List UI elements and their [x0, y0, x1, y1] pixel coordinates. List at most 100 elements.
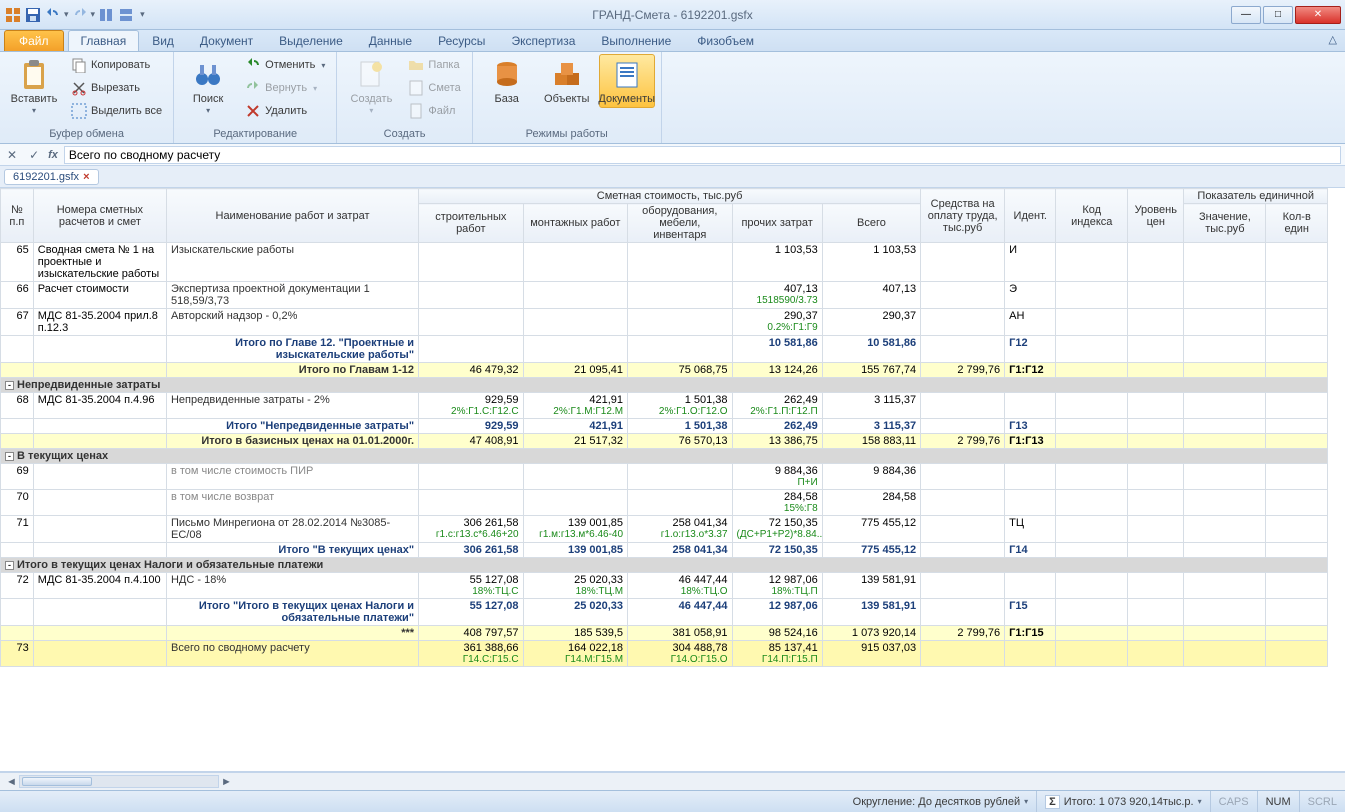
th-p[interactable]: прочих затрат: [732, 204, 822, 243]
table-row[interactable]: Итого "Итого в текущих ценах Налоги и об…: [1, 599, 1328, 626]
tab-volume[interactable]: Физобъем: [684, 30, 767, 51]
group-clipboard-label: Буфер обмена: [6, 128, 167, 141]
th-zn[interactable]: Значение, тыс.руб: [1184, 204, 1266, 243]
qat-tool2-icon[interactable]: [117, 6, 135, 24]
estimate-table: № п.п Номера сметных расчетов и смет Наи…: [0, 188, 1328, 667]
th-m[interactable]: монтажных работ: [523, 204, 628, 243]
copy-icon: [71, 57, 87, 73]
formula-bar: ✕ ✓ fx: [0, 144, 1345, 166]
table-row[interactable]: 65Сводная смета № 1 на проектные и изыск…: [1, 243, 1328, 282]
group-modes-label: Режимы работы: [479, 128, 655, 141]
th-ki[interactable]: Код индекса: [1056, 189, 1128, 243]
group-clipboard: Вставить ▾ Копировать Вырезать Выделить …: [0, 52, 174, 143]
table-row[interactable]: -Итого в текущих ценах Налоги и обязател…: [1, 558, 1328, 573]
table-row[interactable]: 72МДС 81-35.2004 п.4.100НДС - 18%55 127,…: [1, 573, 1328, 599]
scroll-left-icon[interactable]: ◄: [4, 776, 19, 788]
file-button[interactable]: Файл: [403, 100, 465, 122]
table-row[interactable]: 68МДС 81-35.2004 п.4.96Непредвиденные за…: [1, 393, 1328, 419]
qat-grid-icon[interactable]: [4, 6, 22, 24]
tab-document[interactable]: Документ: [187, 30, 266, 51]
formula-accept-icon[interactable]: ✓: [26, 148, 42, 162]
tab-execution[interactable]: Выполнение: [588, 30, 684, 51]
close-button[interactable]: ✕: [1295, 6, 1341, 24]
document-tab-close-icon[interactable]: ×: [83, 171, 89, 183]
th-ur[interactable]: Уровень цен: [1128, 189, 1184, 243]
maximize-button[interactable]: □: [1263, 6, 1293, 24]
th-id[interactable]: Идент.: [1005, 189, 1056, 243]
th-o[interactable]: оборудования, мебели, инвентаря: [628, 204, 733, 243]
documents-button[interactable]: Документы: [599, 54, 655, 108]
th-np[interactable]: № п.п: [1, 189, 34, 243]
table-row[interactable]: 71Письмо Минрегиона от 28.02.2014 №3085-…: [1, 516, 1328, 543]
scroll-thumb[interactable]: [22, 777, 92, 786]
folder-button[interactable]: Папка: [403, 54, 465, 76]
th-name[interactable]: Наименование работ и затрат: [166, 189, 418, 243]
table-row[interactable]: 67МДС 81-35.2004 прил.8 п.12.3Авторский …: [1, 309, 1328, 336]
table-row[interactable]: Итого по Главе 12. "Проектные и изыскате…: [1, 336, 1328, 363]
table-row[interactable]: -Непредвиденные затраты: [1, 378, 1328, 393]
th-kv[interactable]: Кол-в един: [1266, 204, 1328, 243]
tab-view[interactable]: Вид: [139, 30, 187, 51]
status-scrl: SCRL: [1300, 791, 1345, 812]
formula-fx-icon[interactable]: fx: [48, 149, 58, 161]
database-icon: [491, 59, 523, 91]
clipboard-icon: [18, 59, 50, 91]
table-row[interactable]: Итого "Непредвиденные затраты"929,59421,…: [1, 419, 1328, 434]
formula-input[interactable]: [64, 146, 1341, 164]
undo-icon: [245, 57, 261, 73]
th-c[interactable]: строительных работ: [419, 204, 524, 243]
base-button[interactable]: База: [479, 54, 535, 108]
status-total: Σ Итого: 1 073 920,14тыс.р. ▾: [1037, 791, 1210, 812]
qat-redo-icon[interactable]: [71, 6, 89, 24]
tab-data[interactable]: Данные: [356, 30, 425, 51]
th-cost[interactable]: Сметная стоимость, тыс.руб: [419, 189, 921, 204]
tab-resources[interactable]: Ресурсы: [425, 30, 498, 51]
qat-save-icon[interactable]: [24, 6, 42, 24]
scroll-right-icon[interactable]: ►: [219, 776, 234, 788]
formula-cancel-icon[interactable]: ✕: [4, 148, 20, 162]
collapse-icon[interactable]: -: [5, 452, 14, 461]
paste-button[interactable]: Вставить ▾: [6, 54, 62, 120]
redo-button[interactable]: Вернуть▾: [240, 77, 330, 99]
collapse-icon[interactable]: -: [5, 561, 14, 570]
tab-main[interactable]: Главная: [68, 30, 140, 51]
cut-button[interactable]: Вырезать: [66, 77, 167, 99]
create-button[interactable]: Создать ▾: [343, 54, 399, 120]
th-all[interactable]: Всего: [822, 204, 920, 243]
ribbon-help-icon[interactable]: △: [1329, 33, 1337, 46]
grid-area[interactable]: № п.п Номера сметных расчетов и смет Наи…: [0, 188, 1345, 772]
qat-undo-icon[interactable]: [44, 6, 62, 24]
copy-button[interactable]: Копировать: [66, 54, 167, 76]
h-scrollbar[interactable]: ◄ ►: [0, 772, 1345, 790]
folder-icon: [408, 57, 424, 73]
table-row[interactable]: Итого "В текущих ценах"306 261,58139 001…: [1, 543, 1328, 558]
objects-button[interactable]: Объекты: [539, 54, 595, 108]
table-row[interactable]: 70в том числе возврат284,5815%:Г8284,58: [1, 490, 1328, 516]
table-row[interactable]: Итого в базисных ценах на 01.01.2000г.47…: [1, 434, 1328, 449]
qat-tool1-icon[interactable]: [97, 6, 115, 24]
search-button[interactable]: Поиск ▾: [180, 54, 236, 120]
smeta-button[interactable]: Смета: [403, 77, 465, 99]
delete-button[interactable]: Удалить: [240, 100, 330, 122]
scroll-track[interactable]: [19, 775, 219, 788]
table-row[interactable]: 69в том числе стоимость ПИР9 884,36П+И9 …: [1, 464, 1328, 490]
file-tab[interactable]: Файл: [4, 30, 64, 51]
group-editing-label: Редактирование: [180, 128, 330, 141]
table-row[interactable]: 66Расчет стоимостиЭкспертиза проектной д…: [1, 282, 1328, 309]
table-row[interactable]: -В текущих ценах: [1, 449, 1328, 464]
tab-selection[interactable]: Выделение: [266, 30, 356, 51]
tab-expertise[interactable]: Экспертиза: [498, 30, 588, 51]
table-row[interactable]: 73Всего по сводному расчету361 388,66Г14…: [1, 641, 1328, 667]
status-rounding[interactable]: Округление: До десятков рублей ▾: [845, 791, 1037, 812]
minimize-button[interactable]: —: [1231, 6, 1261, 24]
table-row[interactable]: ***408 797,57185 539,5381 058,9198 524,1…: [1, 626, 1328, 641]
undo-button[interactable]: Отменить▾: [240, 54, 330, 76]
table-row[interactable]: Итого по Главам 1-1246 479,3221 095,4175…: [1, 363, 1328, 378]
th-pe[interactable]: Показатель единичной: [1184, 189, 1328, 204]
th-nums[interactable]: Номера сметных расчетов и смет: [33, 189, 166, 243]
select-all-button[interactable]: Выделить все: [66, 100, 167, 122]
status-bar: Округление: До десятков рублей ▾ Σ Итого…: [0, 790, 1345, 812]
document-tab[interactable]: 6192201.gsfx ×: [4, 169, 99, 185]
collapse-icon[interactable]: -: [5, 381, 14, 390]
th-sr[interactable]: Средства на оплату труда, тыс.руб: [921, 189, 1005, 243]
